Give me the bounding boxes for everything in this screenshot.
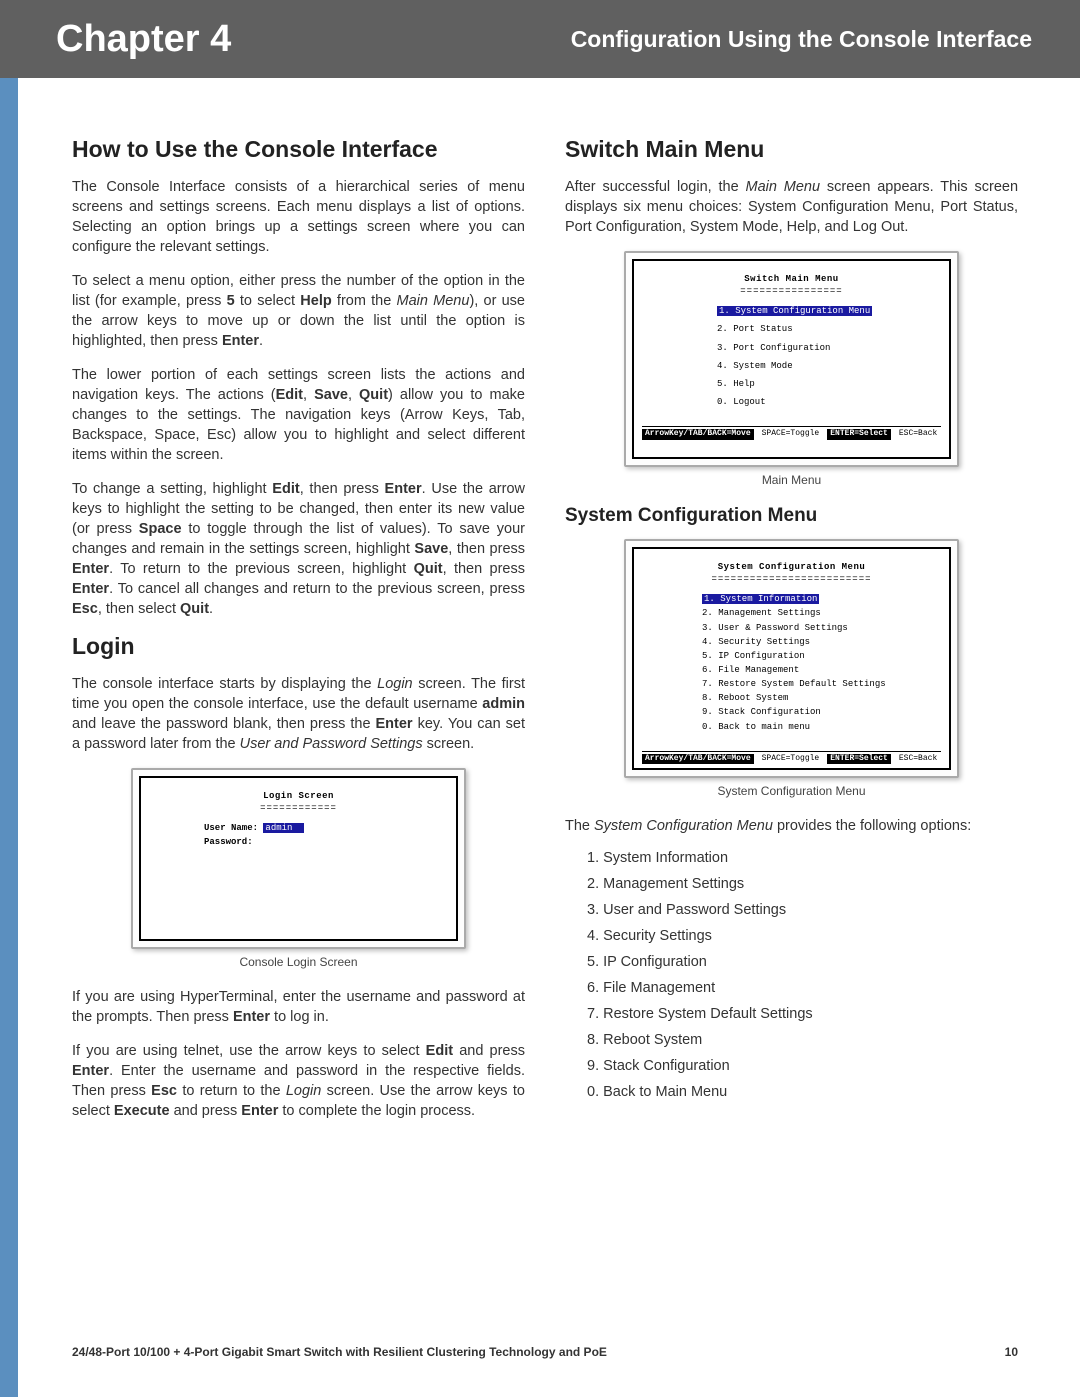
list-item: 1. System Information bbox=[587, 850, 1018, 866]
heading-how-to-use: How to Use the Console Interface bbox=[72, 136, 525, 163]
main-menu-screenshot: Switch Main Menu ================ 1. Sys… bbox=[624, 251, 959, 467]
chapter-header: Chapter 4 Configuration Using the Consol… bbox=[0, 0, 1080, 78]
footer-product: 24/48-Port 10/100 + 4-Port Gigabit Smart… bbox=[72, 1345, 607, 1359]
sys-config-screenshot: System Configuration Menu ==============… bbox=[624, 539, 959, 778]
caption-sys-config: System Configuration Menu bbox=[565, 784, 1018, 798]
list-item: 6. File Management bbox=[587, 980, 1018, 996]
term-user-value: admin bbox=[263, 823, 304, 833]
page-footer: 24/48-Port 10/100 + 4-Port Gigabit Smart… bbox=[72, 1345, 1018, 1359]
para-select-option: To select a menu option, either press th… bbox=[72, 271, 525, 351]
term-sys-footer: ArrowKey/TAB/BACK=Move SPACE=Toggle ENTE… bbox=[642, 751, 941, 765]
list-item: 5. IP Configuration bbox=[587, 954, 1018, 970]
para-change-setting: To change a setting, highlight Edit, the… bbox=[72, 479, 525, 619]
chapter-subtitle: Configuration Using the Console Interfac… bbox=[571, 26, 1032, 53]
para-login-intro: The console interface starts by displayi… bbox=[72, 674, 525, 754]
login-screenshot: Login Screen ============ User Name: adm… bbox=[131, 768, 466, 949]
list-item: 7. Restore System Default Settings bbox=[587, 1006, 1018, 1022]
para-hyperterminal: If you are using HyperTerminal, enter th… bbox=[72, 987, 525, 1027]
content-area: How to Use the Console Interface The Con… bbox=[0, 78, 1080, 1135]
heading-login: Login bbox=[72, 633, 525, 660]
page-number: 10 bbox=[1005, 1345, 1018, 1359]
term-main-title: Switch Main Menu bbox=[642, 273, 941, 285]
caption-main-menu: Main Menu bbox=[565, 473, 1018, 487]
term-sys-title: System Configuration Menu bbox=[642, 561, 941, 573]
list-item: 4. Security Settings bbox=[587, 928, 1018, 944]
sys-options-list: 1. System Information 2. Management Sett… bbox=[587, 850, 1018, 1100]
term-pass-label: Password: bbox=[204, 837, 253, 847]
heading-sys-config: System Configuration Menu bbox=[565, 505, 1018, 527]
term-sys-items: 1. System Information 2. Management Sett… bbox=[702, 593, 941, 732]
page: Chapter 4 Configuration Using the Consol… bbox=[0, 0, 1080, 1397]
list-item: 8. Reboot System bbox=[587, 1032, 1018, 1048]
list-item: 2. Management Settings bbox=[587, 876, 1018, 892]
right-column: Switch Main Menu After successful login,… bbox=[565, 136, 1018, 1135]
list-item: 0. Back to Main Menu bbox=[587, 1084, 1018, 1100]
list-item: 3. User and Password Settings bbox=[587, 902, 1018, 918]
para-sys-options: The System Configuration Menu provides t… bbox=[565, 816, 1018, 836]
para-actions-keys: The lower portion of each settings scree… bbox=[72, 365, 525, 465]
chapter-number: Chapter 4 bbox=[56, 18, 231, 61]
term-login-title: Login Screen bbox=[149, 790, 448, 802]
side-accent-bar bbox=[0, 0, 18, 1397]
left-column: How to Use the Console Interface The Con… bbox=[72, 136, 525, 1135]
para-intro: The Console Interface consists of a hier… bbox=[72, 177, 525, 257]
term-main-footer: ArrowKey/TAB/BACK=Move SPACE=Toggle ENTE… bbox=[642, 426, 941, 440]
caption-login: Console Login Screen bbox=[72, 955, 525, 969]
para-main-menu-intro: After successful login, the Main Menu sc… bbox=[565, 177, 1018, 237]
term-main-items: 1. System Configuration Menu 2. Port Sta… bbox=[717, 305, 941, 408]
term-user-label: User Name: bbox=[204, 823, 258, 833]
para-telnet: If you are using telnet, use the arrow k… bbox=[72, 1041, 525, 1121]
list-item: 9. Stack Configuration bbox=[587, 1058, 1018, 1074]
heading-switch-main-menu: Switch Main Menu bbox=[565, 136, 1018, 163]
